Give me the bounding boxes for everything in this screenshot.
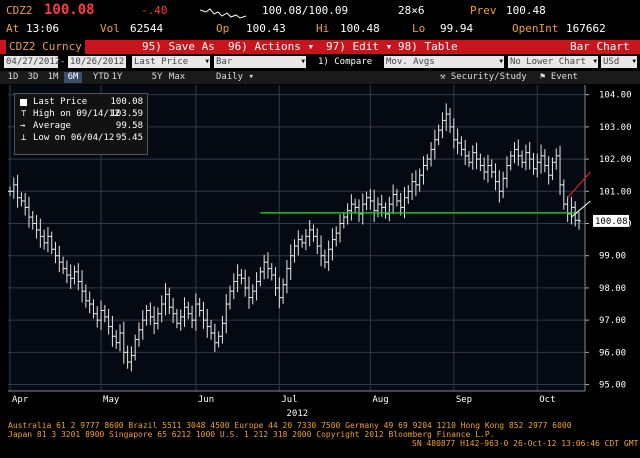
low-marker-icon: ⊥: [21, 133, 27, 143]
range-button-3d[interactable]: 3D: [24, 72, 42, 83]
footer-contact-line: Australia 61 2 9777 8600 Brazil 5511 304…: [8, 421, 572, 430]
compare-button[interactable]: 1) Compare: [318, 56, 372, 68]
range-button-1y[interactable]: 1Y: [108, 72, 126, 83]
y-tick-label: 95.00: [599, 381, 626, 391]
y-tick-label: 96.00: [599, 348, 626, 358]
chart-toolbar: 04/27/2012 - 10/26/2012 Last Price Bar 1…: [0, 56, 640, 70]
last-price-swatch-icon: [20, 99, 27, 106]
quote-header-row-1: CDZ2 100.08 -.40 100.08/100.09 28×6 Prev…: [0, 2, 640, 19]
x-tick-label: May: [103, 395, 120, 405]
y-tick-label: 98.00: [599, 284, 626, 294]
start-date-field[interactable]: 04/27/2012: [4, 56, 60, 68]
ticker-label: CDZ2: [6, 4, 33, 17]
y-tick-label: 104.00: [599, 91, 632, 101]
high-marker-icon: ⊤: [21, 109, 27, 119]
x-axis-label: 2012: [287, 409, 309, 417]
event-button[interactable]: ⚑ Event: [540, 72, 600, 83]
footer-copyright-line: Japan 81 3 3201 8900 Singapore 65 6212 1…: [8, 430, 495, 439]
average-marker-icon: →: [20, 121, 26, 131]
y-tick-label: 101.00: [599, 187, 632, 197]
legend-average-label: Average: [33, 121, 71, 131]
y-tick-label: 99.00: [599, 252, 626, 262]
high-value: 100.48: [340, 22, 380, 35]
legend-last-label: Last Price: [33, 97, 88, 107]
price-change: -.40: [141, 4, 168, 17]
x-tick-label: Oct: [539, 395, 555, 405]
quote-header-row-2: At 13:06 Vol 62544 Op 100.43 Hi 100.48 L…: [0, 17, 640, 39]
prev-label: Prev: [470, 4, 497, 17]
at-label: At: [6, 22, 20, 35]
bid-ask: 100.08/100.09: [262, 4, 349, 17]
open-value: 100.43: [246, 22, 286, 35]
chart-legend: Last Price 100.08 ⊤ High on 09/14/12 103…: [14, 93, 148, 155]
low-label: Lo: [412, 22, 426, 35]
interval-select[interactable]: Daily ▾: [216, 72, 256, 83]
range-button-6m[interactable]: 6M: [64, 72, 82, 83]
security-study-button[interactable]: ⚒ Security/Study: [440, 72, 530, 83]
range-button-1m[interactable]: 1M: [44, 72, 62, 83]
end-date-field[interactable]: 10/26/2012: [68, 56, 126, 68]
vol-label: Vol: [100, 22, 120, 35]
last-price: 100.08: [44, 2, 95, 18]
date-separator: -: [60, 57, 66, 67]
lower-chart-select[interactable]: No Lower Chart: [508, 56, 598, 68]
edit-menu[interactable]: 97) Edit ▾: [326, 41, 392, 53]
vol-value: 62544: [130, 22, 164, 35]
currency-select[interactable]: USd: [601, 56, 637, 68]
price-field-select[interactable]: Last Price: [132, 56, 210, 68]
last-price-tag-label: 100.08: [595, 217, 628, 227]
chart-type-select[interactable]: Bar: [214, 56, 306, 68]
legend-high-label: High on 09/14/12: [33, 109, 120, 119]
security-name[interactable]: CDZ2 Curncy: [6, 40, 85, 54]
bid-ask-size: 28×6: [398, 4, 425, 17]
range-selector-row: 1D 3D 1M 6M YTD 1Y 5Y Max Daily ▾ ⚒ Security/Stud…: [0, 71, 640, 84]
prev-value: 100.48: [506, 4, 546, 17]
save-as-button[interactable]: 95) Save As: [142, 41, 215, 53]
footer-session-line: SN 480877 H142-963-0 26-Oct-12 13:06:46 …: [412, 439, 640, 448]
actions-menu[interactable]: 96) Actions ▾: [228, 41, 314, 53]
low-value: 99.94: [440, 22, 474, 35]
legend-low-label: Low on 06/04/12: [33, 133, 115, 143]
x-tick-label: Jul: [281, 395, 297, 405]
legend-high-value: 103.59: [110, 109, 143, 119]
chart-title: Bar Chart: [570, 40, 630, 53]
open-label: Op: [216, 22, 230, 35]
x-tick-label: Aug: [372, 395, 388, 405]
legend-last-value: 100.08: [110, 97, 143, 107]
open-interest-label: OpenInt: [512, 22, 559, 35]
range-button-5y[interactable]: 5Y: [148, 72, 166, 83]
y-tick-label: 103.00: [599, 123, 632, 133]
high-label: Hi: [316, 22, 330, 35]
legend-low-value: 95.45: [115, 133, 143, 143]
legend-average-value: 99.58: [115, 121, 143, 131]
y-tick-label: 102.00: [599, 155, 632, 165]
at-time: 13:06: [26, 22, 60, 35]
x-tick-label: Apr: [12, 395, 29, 405]
x-tick-label: Sep: [456, 395, 472, 405]
table-button[interactable]: 98) Table: [398, 41, 458, 53]
range-button-1d[interactable]: 1D: [4, 72, 22, 83]
range-button-max[interactable]: Max: [168, 72, 186, 83]
moving-averages-select[interactable]: Mov. Avgs: [384, 56, 504, 68]
x-tick-label: Jun: [198, 395, 214, 405]
y-tick-label: 97.00: [599, 316, 626, 326]
open-interest-value: 167662: [566, 22, 606, 35]
menu-bar: CDZ2 Curncy 95) Save As 96) Actions ▾ 97…: [0, 40, 640, 54]
